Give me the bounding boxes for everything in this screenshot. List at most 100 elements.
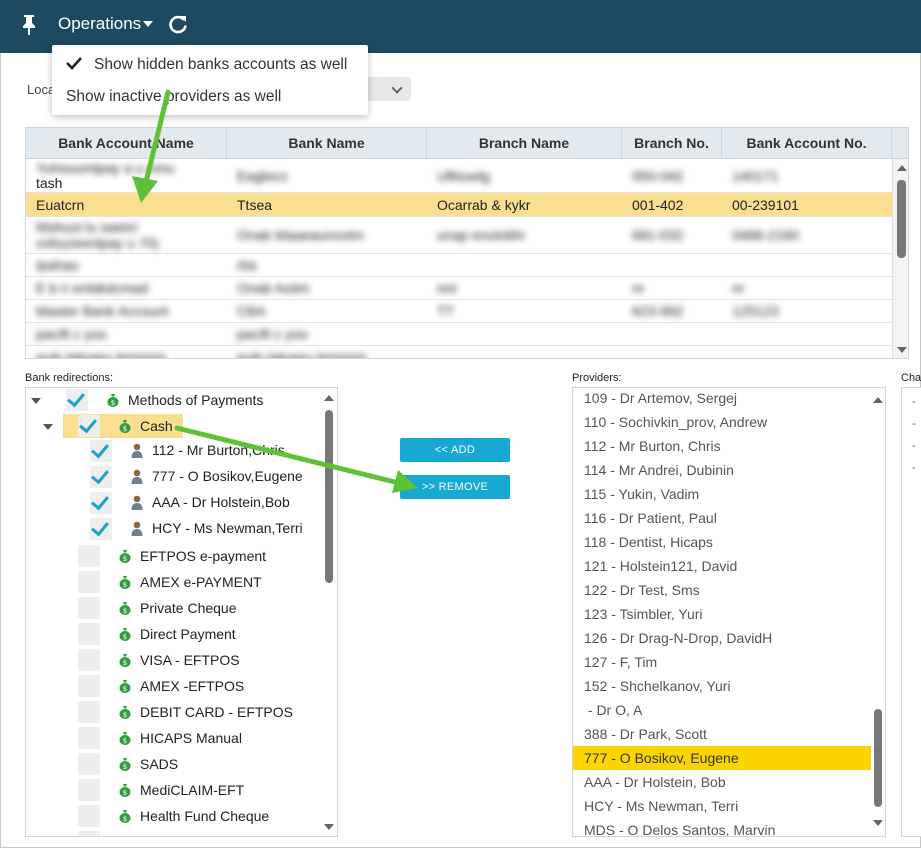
list-item[interactable]: 121 - Holstein121, David	[573, 554, 871, 578]
add-button[interactable]: << ADD	[400, 438, 510, 462]
tree-checkbox[interactable]	[78, 805, 100, 827]
tree-node-payment-method[interactable]: $ AMEX -EFTPOS	[26, 674, 321, 700]
tree-checkbox[interactable]	[78, 727, 100, 749]
list-item[interactable]: -	[912, 396, 916, 408]
tree-checkbox[interactable]	[78, 779, 100, 801]
tree-node-provider[interactable]: AAA - Dr Holstein,Bob	[26, 490, 321, 516]
list-item[interactable]: 109 - Dr Artemov, Sergej	[573, 388, 871, 410]
expand-arrow-icon[interactable]	[43, 424, 53, 430]
tree-node-payment-method[interactable]: $ Direct Payment	[26, 622, 321, 648]
tree-checkbox[interactable]	[66, 389, 88, 411]
table-row-selected[interactable]: Euatcrn Ttsea Ocarrab & kykr 001-402 00-…	[26, 193, 892, 217]
tree-node-provider[interactable]: HCY - Ms Newman,Terri	[26, 516, 321, 542]
person-icon	[131, 443, 143, 458]
expand-arrow-icon[interactable]	[31, 398, 41, 404]
providers-scrollbar[interactable]	[871, 388, 885, 836]
column-header-bank-name[interactable]: Bank Name	[227, 128, 427, 159]
tree-node-payment-method[interactable]: $ Health Fund Cheque	[26, 804, 321, 830]
table-row[interactable]: Yuhsuumlpay a u mnu tash Eagleco Ufkluwl…	[26, 159, 892, 193]
tree-node-payment-method[interactable]: $ SADS	[26, 752, 321, 778]
list-item[interactable]: 110 - Sochivkin_prov, Andrew	[573, 410, 871, 434]
menu-item-show-inactive-providers[interactable]: Show inactive providers as well	[66, 88, 281, 106]
list-item[interactable]: 122 - Dr Test, Sms	[573, 578, 871, 602]
list-item[interactable]: -	[912, 462, 916, 474]
tree-checkbox[interactable]	[78, 753, 100, 775]
menu-item-label: Show hidden banks accounts as well	[94, 56, 348, 73]
tree-checkbox[interactable]	[78, 415, 100, 437]
tree-checkbox[interactable]	[78, 623, 100, 645]
scroll-down-icon[interactable]	[324, 824, 334, 830]
tree-node-payment-method[interactable]: $ EFTPOS e-payment	[26, 544, 321, 570]
remove-button[interactable]: >> REMOVE	[400, 475, 510, 499]
money-bag-icon: $	[119, 732, 131, 745]
scroll-up-icon[interactable]	[324, 395, 334, 401]
caret-down-icon[interactable]	[143, 21, 153, 27]
refresh-icon[interactable]	[167, 13, 189, 35]
list-item[interactable]: 112 - Mr Burton, Chris	[573, 434, 871, 458]
tree-node-cash[interactable]: $ Cash	[26, 414, 321, 440]
list-item[interactable]: - Dr O, A	[573, 698, 871, 722]
scrollbar-thumb[interactable]	[325, 410, 333, 583]
list-item[interactable]: 152 - Shchelkanov, Yuri	[573, 674, 871, 698]
tree-checkbox[interactable]	[78, 649, 100, 671]
table-row[interactable]: Master Bank Account CBA TT 623-992 12512…	[26, 300, 892, 323]
tree-node-provider[interactable]: 112 - Mr Burton,Chris	[26, 438, 321, 464]
tree-checkbox[interactable]	[78, 597, 100, 619]
table-cell: pacift c yoo	[237, 326, 308, 342]
tree-node-provider[interactable]: 777 - O Bosikov,Eugene	[26, 464, 321, 490]
table-header: Bank Account Name Bank Name Branch Name …	[26, 128, 908, 159]
scroll-down-icon[interactable]	[873, 820, 883, 826]
list-item[interactable]: -	[912, 440, 916, 452]
tree-checkbox[interactable]	[78, 701, 100, 723]
table-row[interactable]: pacift c yoo pacift c yoo	[26, 323, 892, 346]
table-row[interactable]: euln latnaeu lennnnn euln latnaeu lennnn…	[26, 346, 892, 358]
column-header-bank-account-no[interactable]: Bank Account No.	[722, 128, 892, 159]
tree-node-payment-method[interactable]: $ HICAPS Manual	[26, 726, 321, 752]
tree-checkbox[interactable]	[78, 675, 100, 697]
tree-checkbox[interactable]	[90, 492, 112, 514]
tree-node-payment-method[interactable]: $ MediCLAIM-EFT	[26, 778, 321, 804]
scroll-up-icon[interactable]	[897, 165, 907, 171]
scrollbar-thumb[interactable]	[874, 709, 882, 807]
tree-node-payment-method[interactable]: $ DEBIT CARD - EFTPOS	[26, 700, 321, 726]
list-item[interactable]: HCY - Ms Newman, Terri	[573, 794, 871, 818]
list-item[interactable]: 114 - Mr Andrei, Dubinin	[573, 458, 871, 482]
pin-icon[interactable]	[20, 14, 38, 36]
list-item[interactable]: 127 - F, Tim	[573, 650, 871, 674]
list-item[interactable]: AAA - Dr Holstein, Bob	[573, 770, 871, 794]
menu-item-show-hidden-accounts[interactable]: Show hidden banks accounts as well	[66, 56, 347, 74]
scrollbar-thumb[interactable]	[897, 180, 906, 258]
scroll-down-icon[interactable]	[897, 347, 907, 353]
list-item[interactable]: MDS - O Delos Santos, Marvin	[573, 818, 871, 836]
list-item[interactable]: 388 - Dr Park, Scott	[573, 722, 871, 746]
list-item[interactable]: 126 - Dr Drag-N-Drop, DavidH	[573, 626, 871, 650]
list-item[interactable]: 116 - Dr Patient, Paul	[573, 506, 871, 530]
column-header-branch-name[interactable]: Branch Name	[427, 128, 622, 159]
person-icon	[131, 469, 143, 484]
list-item[interactable]: -	[912, 418, 916, 430]
list-item-selected[interactable]: 777 - O Bosikov, Eugene	[573, 746, 871, 770]
tree-node-methods-of-payments[interactable]: $ Methods of Payments	[26, 388, 321, 414]
tree-checkbox[interactable]	[78, 545, 100, 567]
tree-checkbox[interactable]	[78, 571, 100, 593]
scroll-up-icon[interactable]	[873, 397, 883, 403]
operations-menu-button[interactable]: Operations	[58, 14, 141, 34]
column-header-bank-account-name[interactable]: Bank Account Name	[26, 128, 227, 159]
table-row[interactable]: Ipahao rtia	[26, 254, 892, 277]
tree-checkbox[interactable]	[90, 440, 112, 462]
tree-node-payment-method[interactable]: $ AMEX e-PAYMENT	[26, 570, 321, 596]
list-item[interactable]: 123 - Tsimbler, Yuri	[573, 602, 871, 626]
column-header-branch-no[interactable]: Branch No.	[622, 128, 722, 159]
table-scrollbar[interactable]	[892, 159, 908, 358]
tree-node-payment-method[interactable]: $ VISA - EFTPOS	[26, 648, 321, 674]
table-row[interactable]: Mahuoi lu saein/ vsfoureenlpay u 70) Ona…	[26, 217, 892, 254]
tree-scrollbar[interactable]	[321, 388, 337, 836]
table-row[interactable]: E b n enlakdcmad Onab Aoiim nnt nr nr	[26, 277, 892, 300]
list-item[interactable]: 115 - Yukin, Vadim	[573, 482, 871, 506]
tree-checkbox[interactable]	[90, 466, 112, 488]
tree-checkbox[interactable]	[78, 831, 100, 836]
list-item[interactable]: 118 - Dentist, Hicaps	[573, 530, 871, 554]
tree-node-payment-method[interactable]: $ Private Cheque	[26, 596, 321, 622]
tree-node-payment-method[interactable]	[26, 830, 321, 836]
tree-checkbox[interactable]	[90, 518, 112, 540]
